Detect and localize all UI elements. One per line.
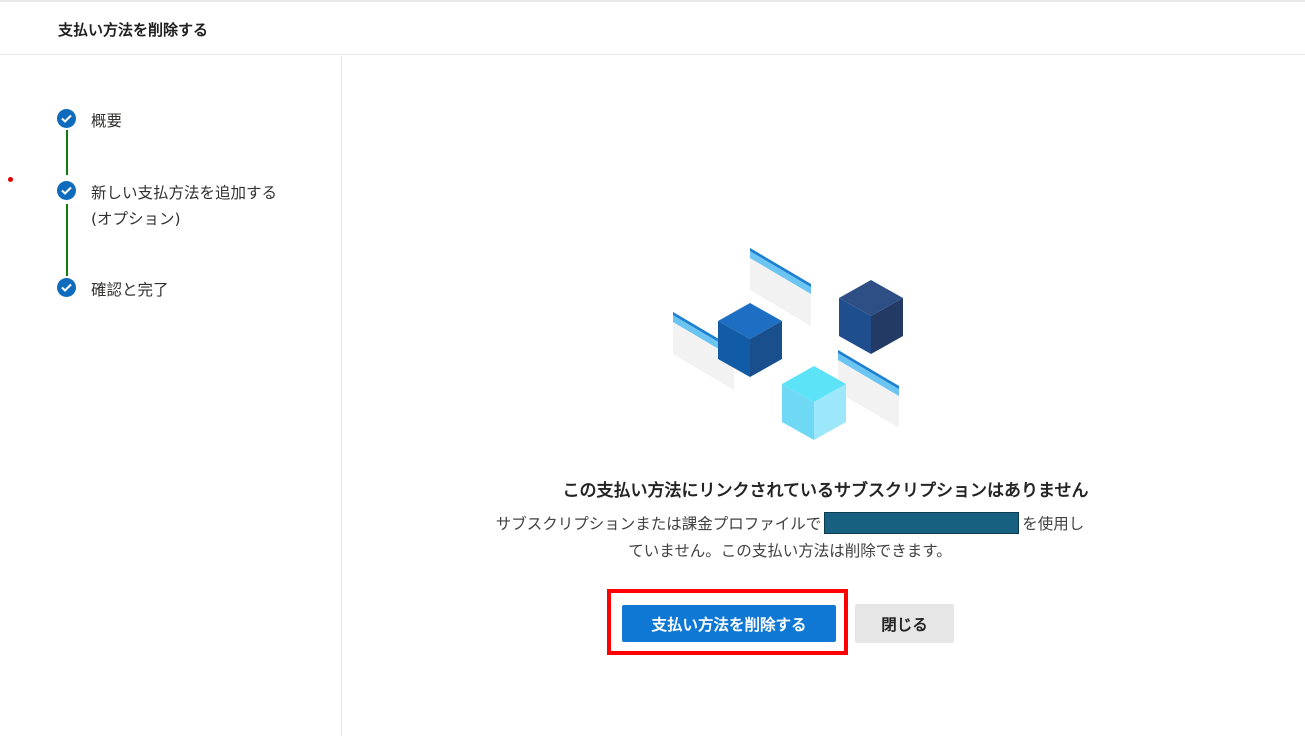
check-circle-icon — [57, 109, 76, 128]
step-label: 概要 — [91, 112, 123, 130]
step-connector — [66, 204, 68, 276]
description-text: サブスクリプションまたは課金プロファイルで — [495, 515, 822, 533]
check-circle-icon — [57, 278, 76, 297]
delete-payment-method-button[interactable]: 支払い方法を削除する — [622, 605, 836, 642]
step-label: 新しい支払方法を追加する (オプション) — [91, 184, 278, 228]
empty-state-illustration — [673, 248, 903, 440]
close-button[interactable]: 閉じる — [855, 604, 954, 643]
redacted-payment-method — [824, 512, 1020, 534]
annotation-dot — [8, 177, 13, 182]
wizard-steps-sidebar — [0, 56, 342, 736]
step-label: 確認と完了 — [91, 281, 169, 299]
dialog-header: 支払い方法を削除する — [0, 2, 1305, 55]
check-circle-icon — [57, 181, 76, 200]
step-connector — [66, 130, 68, 175]
cube-cyan — [782, 366, 846, 440]
window-card-right — [838, 350, 899, 428]
empty-state-title: この支払い方法にリンクされているサブスクリプションはありません — [562, 481, 1089, 501]
empty-state-description: サブスクリプションまたは課金プロファイルで を使用していません。この支払い方法は削… — [494, 511, 1086, 565]
cube-navy — [839, 280, 903, 354]
page-title: 支払い方法を削除する — [58, 21, 209, 39]
